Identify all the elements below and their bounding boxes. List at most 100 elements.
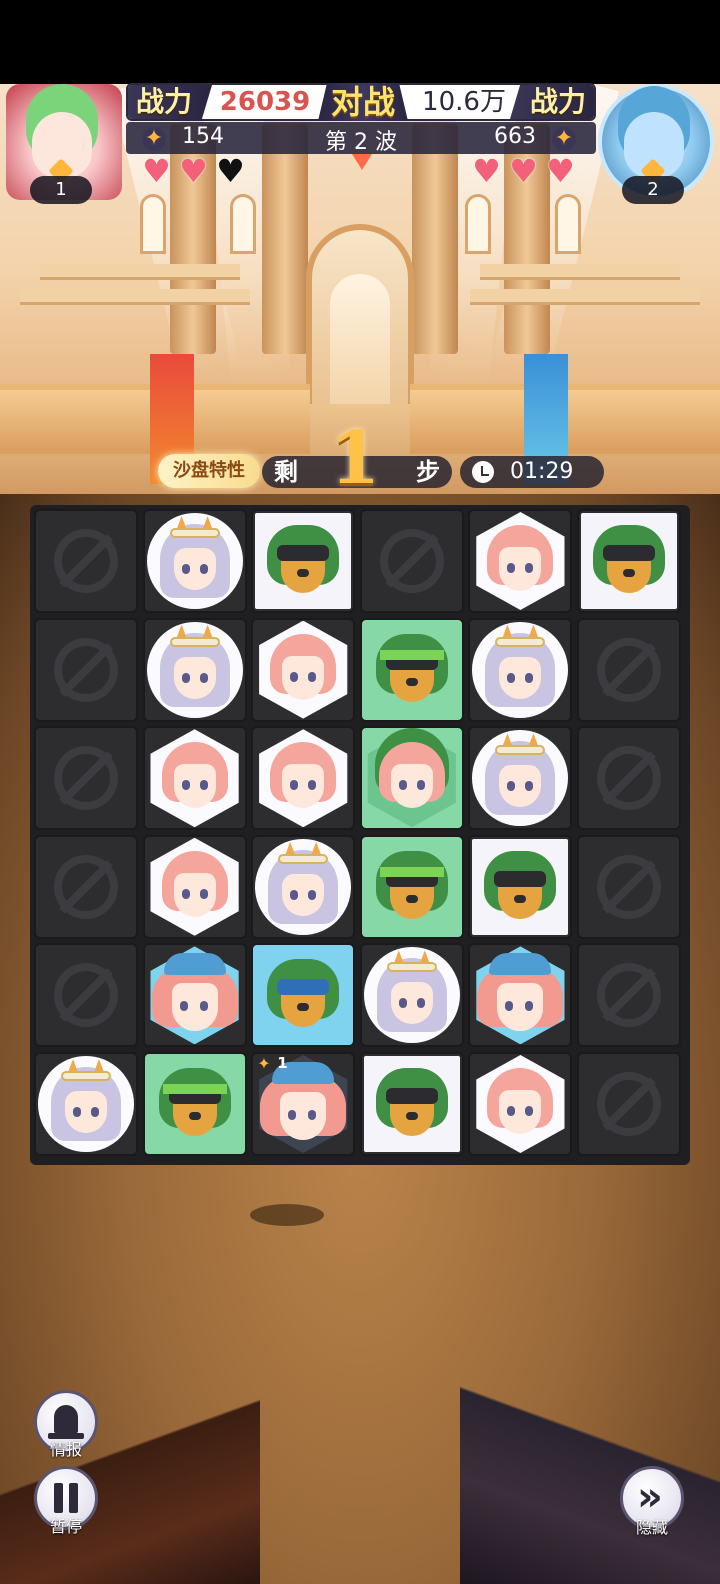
pause-icon [69,1483,78,1513]
double-chevron-right-icon: » [637,1474,663,1520]
pause-icon [54,1483,63,1513]
board-cell[interactable] [359,1052,464,1156]
pink-hair-girl-icon [270,742,337,814]
timer-text: 01:29 [510,459,574,484]
player-avatar[interactable]: 1 [2,78,126,208]
wolf-warrior-icon [267,959,340,1031]
battle-hud: 战力 26039 对战 10.6万 战力 ✦ 154 第 2 波 663 ✦ ♥… [0,78,720,208]
right-lives: ♥ ♥ ♥ [470,152,577,190]
alarm-clock-icon [472,461,494,483]
board-cell[interactable] [468,834,573,939]
right-power-value: 10.6万 [422,87,506,117]
board-cell[interactable] [142,726,247,831]
siren-icon [48,1405,84,1439]
board-cell[interactable] [251,617,356,722]
board-cell[interactable] [251,726,356,831]
silver-hair-girl-icon [485,733,556,817]
right-score: 663 [494,124,536,149]
blocked-icon [597,963,661,1028]
top-black-bar [0,0,720,84]
player-rank: 1 [30,176,92,204]
silver-hair-girl-icon [485,624,556,709]
pink-hair-boy-icon [151,953,238,1037]
board-cell[interactable] [142,509,247,613]
hide-label: 隐藏 [635,1518,668,1537]
pink-hair-girl-icon [487,1068,554,1140]
heart-empty-icon: ♥ [216,152,245,190]
wolf-warrior-icon [158,1068,231,1140]
blocked-cell [577,1052,681,1156]
blocked-cell [34,617,138,722]
board-cell[interactable] [251,509,356,613]
opponent-avatar[interactable]: 2 [594,78,718,208]
blocked-icon [597,746,661,811]
blocked-cell [34,834,138,939]
silver-hair-girl-icon [51,1059,121,1143]
intel-label: 情报 [49,1440,82,1459]
board-cell[interactable] [142,1052,247,1156]
opponent-rank: 2 [622,176,684,204]
silver-hair-girl-icon [159,624,230,709]
blocked-cell [34,726,138,831]
pink-hair-girl-icon [270,633,337,706]
board-cell[interactable]: ✦ 1 [251,1052,356,1156]
wolf-warrior-icon [593,525,665,597]
wolf-warrior-icon [484,850,557,923]
blocked-icon [379,529,444,593]
board-cell[interactable] [251,943,356,1048]
right-power-label: 战力 [510,85,594,119]
board-cell[interactable] [468,943,573,1048]
blocked-cell [577,834,681,939]
board-cell[interactable] [468,509,573,613]
blocked-cell [359,509,464,613]
blocked-cell [577,617,681,722]
blocked-icon [54,963,118,1028]
sandtable-traits-button[interactable]: 沙盘特性 [158,454,260,488]
blocked-icon [597,637,661,702]
board-cell[interactable] [359,834,464,939]
board-cell[interactable] [142,834,247,939]
left-lives: ♥ ♥ ♥ [140,152,247,190]
board-cell[interactable] [468,1052,573,1156]
pink-hair-girl-icon [487,525,554,597]
pink-hair-boy-icon [260,1062,347,1146]
heart-icon: ♥ [509,152,538,190]
versus-label: 对战 [318,83,408,121]
board-cell[interactable] [34,1052,138,1156]
board-grid: ✦ 1 [34,509,686,1161]
board-cell[interactable] [468,726,573,831]
board-cell[interactable] [359,943,464,1048]
blocked-cell [34,943,138,1048]
silver-hair-girl-icon [376,950,447,1034]
star-icon: ✦ [552,127,576,151]
board-cell[interactable] [142,943,247,1048]
pink-hair-girl-icon [161,742,228,814]
board-cell[interactable] [142,617,247,722]
cell-badge-count: 1 [277,1054,288,1072]
left-power-label: 战力 [128,85,212,119]
board-cell[interactable] [251,834,356,939]
board-cell[interactable] [577,509,681,613]
board-cell[interactable] [359,726,464,831]
blocked-cell [577,943,681,1048]
star-icon: ✦ [257,1054,271,1073]
pink-hair-boy-icon [477,953,564,1037]
pause-label: 暂停 [49,1517,82,1536]
blocked-icon [54,854,118,919]
board-cell[interactable] [468,617,573,722]
steps-suffix: 步 [416,457,440,486]
timer: 01:29 [460,456,604,488]
wave-bar: ✦ 154 第 2 波 663 ✦ [126,122,596,170]
blocked-icon [597,854,661,919]
blocked-icon [597,1072,661,1136]
blocked-icon [54,746,118,811]
wolf-warrior-icon [375,633,448,706]
pink-hair-hood-girl-icon [378,742,445,814]
status-strip: 沙盘特性 剩 步 1 01:29 [0,418,720,500]
silver-hair-girl-icon [268,841,339,926]
power-bar: 战力 26039 对战 10.6万 战力 [126,83,596,121]
blocked-icon [54,637,118,702]
board-cell[interactable] [359,617,464,722]
heart-icon: ♥ [472,152,501,190]
heart-icon: ♥ [142,152,171,190]
